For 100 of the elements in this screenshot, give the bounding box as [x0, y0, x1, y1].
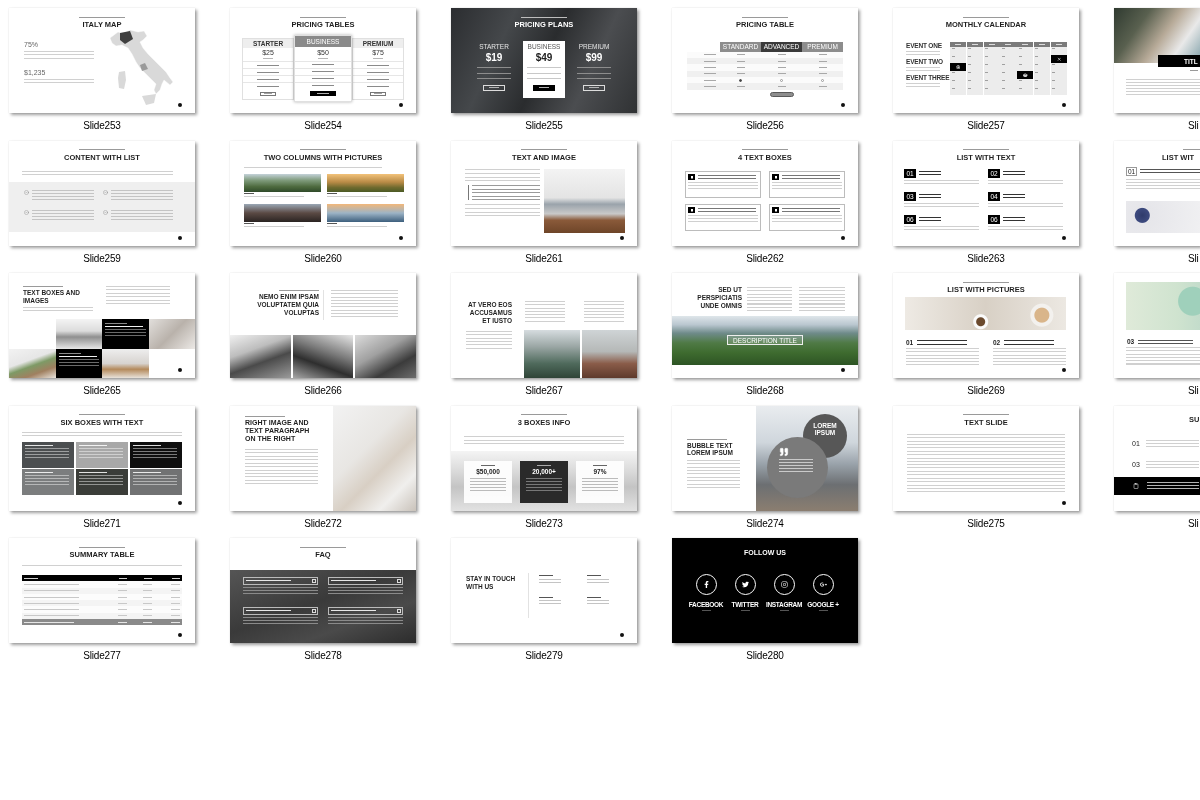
slide-label: Slide260	[304, 251, 342, 266]
text-lines-drawing	[1052, 88, 1056, 90]
text-lines-drawing	[300, 546, 346, 548]
text-lines-drawing	[951, 88, 955, 90]
tile-icon	[688, 206, 695, 213]
text-lines-drawing	[367, 85, 389, 87]
photo-placeholder	[581, 330, 637, 378]
text-lines-drawing	[704, 73, 716, 75]
text-lines-drawing	[951, 56, 955, 58]
check-circle-icon	[24, 209, 29, 215]
slide-label: Slide259	[83, 251, 121, 266]
slide-label: Slide272	[304, 516, 342, 531]
text-lines-drawing	[105, 329, 146, 336]
slide-label: Slide267	[525, 384, 563, 398]
text-lines-drawing	[968, 80, 972, 82]
circle-icon	[739, 78, 742, 82]
text-lines-drawing	[1003, 194, 1025, 198]
text-lines-drawing	[257, 71, 279, 73]
page-dot-icon	[399, 103, 403, 107]
text-lines-drawing	[79, 546, 125, 548]
photo-placeholder	[102, 348, 149, 378]
text-lines-drawing	[521, 16, 567, 18]
photo-placeholder	[230, 335, 291, 378]
text-lines-drawing	[919, 217, 941, 221]
text-lines-drawing	[24, 577, 38, 579]
slide-label: Sli	[1188, 516, 1199, 531]
text-lines-drawing	[704, 54, 716, 56]
check-circle-icon	[24, 189, 29, 195]
text-lines-drawing	[697, 207, 756, 212]
text-lines-drawing	[1003, 171, 1025, 175]
check-circle-icon	[103, 189, 108, 195]
slide-label: Slide274	[746, 516, 784, 531]
photo-placeholder	[9, 348, 56, 378]
text-lines-drawing	[1052, 80, 1056, 82]
text-lines-drawing	[312, 78, 334, 79]
text-lines-drawing	[312, 64, 334, 65]
text-lines-drawing	[111, 209, 173, 220]
slide-label: Slide266	[304, 384, 342, 398]
text-lines-drawing	[704, 60, 716, 62]
text-lines-drawing	[1190, 70, 1198, 71]
square-icon	[397, 579, 401, 583]
text-lines-drawing	[742, 149, 788, 150]
slide-label: Slide265	[83, 384, 121, 398]
button-drawing	[260, 91, 276, 96]
photo-placeholder	[55, 319, 102, 349]
text-lines-drawing	[79, 149, 125, 150]
page-dot-icon	[178, 500, 182, 505]
slide-label: Slide271	[83, 516, 121, 531]
text-lines-drawing	[1018, 56, 1022, 58]
text-lines-drawing	[521, 149, 567, 150]
text-lines-drawing	[1183, 149, 1200, 150]
text-lines-drawing	[1035, 56, 1039, 58]
text-lines-drawing	[318, 57, 328, 59]
page-dot-icon	[620, 633, 624, 637]
text-lines-drawing	[704, 66, 716, 68]
text-lines-drawing	[818, 86, 827, 88]
text-lines-drawing	[1001, 64, 1005, 66]
text-lines-drawing	[1052, 64, 1056, 66]
page-dot-icon	[841, 235, 845, 240]
text-lines-drawing	[1018, 88, 1022, 90]
slide-label: Slide275	[967, 516, 1005, 531]
slide-label: Slide263	[967, 251, 1005, 266]
slide-label: Slide262	[746, 251, 784, 266]
text-lines-drawing	[537, 465, 551, 467]
text-lines-drawing	[111, 189, 173, 200]
pill-drawing	[770, 92, 794, 98]
text-lines-drawing	[968, 88, 972, 90]
page-dot-icon	[1062, 235, 1066, 240]
slide-label: Sli	[1188, 119, 1199, 133]
text-lines-drawing	[367, 64, 389, 66]
text-lines-drawing	[779, 610, 789, 612]
slide-label: Slide253	[83, 119, 121, 133]
text-lines-drawing	[300, 16, 346, 18]
text-lines-drawing	[985, 80, 989, 82]
text-lines-drawing	[24, 609, 79, 611]
text-lines-drawing	[781, 174, 840, 179]
text-lines-drawing	[985, 88, 989, 90]
button-drawing	[483, 85, 505, 91]
text-lines-drawing	[245, 610, 291, 612]
basket-icon	[1023, 72, 1028, 77]
text-lines-drawing	[279, 290, 319, 291]
text-lines-drawing	[593, 465, 607, 467]
text-lines-drawing	[1003, 217, 1025, 221]
slide-label: Slide280	[746, 649, 784, 663]
text-lines-drawing	[919, 194, 941, 198]
circle-icon	[821, 78, 824, 82]
text-lines-drawing	[963, 16, 1009, 18]
slide-label: Slide254	[304, 119, 342, 133]
text-lines-drawing	[257, 85, 279, 87]
page-dot-icon	[178, 633, 182, 637]
square-icon	[312, 609, 316, 613]
text-lines-drawing	[1001, 88, 1005, 90]
button-drawing	[533, 85, 555, 91]
text-lines-drawing	[740, 610, 750, 612]
text-lines-drawing	[24, 615, 79, 617]
text-lines-drawing	[1140, 169, 1200, 174]
text-lines-drawing	[687, 438, 727, 440]
text-lines-drawing	[985, 56, 989, 58]
square-icon	[397, 609, 401, 613]
page-dot-icon	[841, 368, 845, 372]
